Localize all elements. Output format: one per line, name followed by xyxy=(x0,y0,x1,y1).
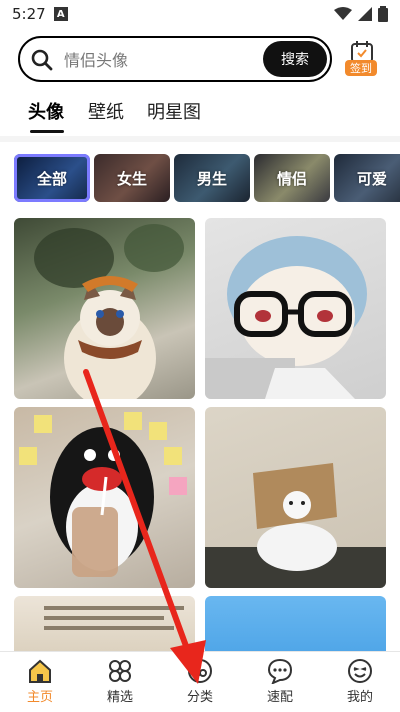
cat-image xyxy=(34,224,184,399)
penguin-image xyxy=(19,412,187,577)
bottom-nav: 主页 精选 分类 速配 我的 xyxy=(0,651,400,712)
newspaper-image xyxy=(44,606,184,630)
nav-match[interactable]: 速配 xyxy=(250,658,310,708)
wifi-icon xyxy=(334,7,352,20)
search-button[interactable]: 搜索 xyxy=(263,41,327,77)
search-icon xyxy=(31,49,53,71)
chat-bubble-icon xyxy=(267,658,293,684)
nav-category[interactable]: 分类 xyxy=(170,658,230,708)
chip-boys[interactable]: 男生 xyxy=(174,154,250,202)
category-icon xyxy=(188,659,212,683)
nav-label: 精选 xyxy=(106,690,133,705)
clover-icon xyxy=(109,660,131,682)
image-tile[interactable] xyxy=(205,596,386,651)
image-tile[interactable] xyxy=(14,407,195,588)
chip-label: 可爱 xyxy=(356,169,387,188)
nav-mine[interactable]: 我的 xyxy=(330,658,390,708)
battery-icon xyxy=(378,6,388,22)
chip-cute[interactable]: 可爱 xyxy=(334,154,400,202)
image-tile[interactable] xyxy=(14,596,195,651)
image-tile[interactable] xyxy=(205,407,386,588)
tab-active-indicator xyxy=(30,130,64,133)
chip-girls[interactable]: 女生 xyxy=(94,154,170,202)
category-tabs: 头像 壁纸 明星图 xyxy=(0,94,400,134)
header: 搜索 签到 头像 壁纸 明星图 xyxy=(0,28,400,136)
chip-label: 女生 xyxy=(116,169,147,188)
signin-button[interactable]: 签到 xyxy=(343,40,379,80)
chip-all[interactable]: 全部 xyxy=(14,154,90,202)
chip-label: 全部 xyxy=(36,169,67,188)
chip-couple[interactable]: 情侣 xyxy=(254,154,330,202)
tab-celebrity[interactable]: 明星图 xyxy=(147,98,201,124)
app-notification-icon: A xyxy=(53,7,68,21)
image-tile[interactable] xyxy=(205,218,386,399)
content-feed: 全部 女生 男生 情侣 可爱 xyxy=(0,142,400,651)
tab-wallpaper[interactable]: 壁纸 xyxy=(88,98,124,124)
home-icon xyxy=(29,659,51,683)
nav-label: 我的 xyxy=(346,690,373,705)
search-bar[interactable]: 搜索 xyxy=(18,36,332,82)
status-bar: 5:27 A xyxy=(0,0,400,28)
box-plush-image xyxy=(205,463,386,588)
image-tile[interactable] xyxy=(14,218,195,399)
tab-avatar[interactable]: 头像 xyxy=(28,98,64,124)
search-input[interactable] xyxy=(62,48,276,72)
chip-label: 情侣 xyxy=(276,169,307,188)
nav-label: 速配 xyxy=(266,690,293,705)
chip-label: 男生 xyxy=(196,169,227,188)
signal-icon xyxy=(358,7,372,21)
nav-home[interactable]: 主页 xyxy=(10,658,70,708)
status-time: 5:27 xyxy=(12,5,46,23)
filter-chips: 全部 女生 男生 情侣 可爱 xyxy=(14,152,400,204)
plush-glasses-image xyxy=(205,236,367,399)
nav-featured[interactable]: 精选 xyxy=(90,658,150,708)
smile-face-icon xyxy=(348,659,372,683)
nav-label: 主页 xyxy=(26,690,53,705)
nav-label: 分类 xyxy=(186,690,213,705)
signin-label: 签到 xyxy=(345,60,377,76)
